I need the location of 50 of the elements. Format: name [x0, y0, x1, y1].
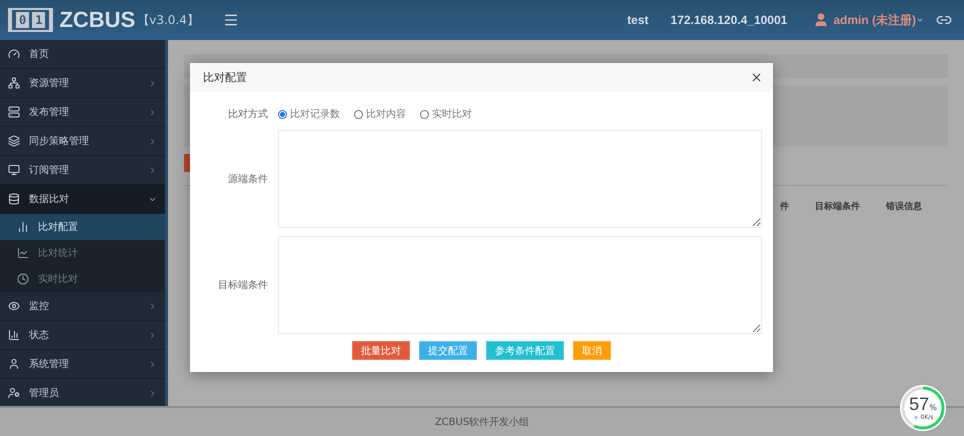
source-condition-field[interactable] [278, 130, 762, 228]
chevron-icon [148, 388, 157, 398]
field-label: 比对方式 [228, 108, 268, 121]
logo: 0 1 [8, 8, 54, 32]
chevron-icon [148, 360, 157, 368]
menu-item-icon [8, 106, 20, 118]
menu-item-icon [8, 387, 20, 399]
user-icon [813, 12, 830, 28]
footer-text: ZCBUS软件开发小组 [434, 416, 530, 429]
column-header: 错误信息 [886, 200, 922, 213]
upload-arrow-icon [912, 414, 919, 420]
menu-item-icon [17, 273, 29, 285]
menu-item-icon [8, 164, 20, 176]
sidebar-subitem[interactable]: 比对配置 [0, 214, 165, 240]
chevron-icon [148, 302, 157, 310]
menu-item-icon [8, 135, 20, 147]
menu-item-icon [8, 77, 20, 89]
chevron-icon [148, 136, 157, 146]
version-label: 【v3.0.4】 [137, 12, 199, 28]
sidebar-item[interactable]: 数据比对 [0, 185, 165, 214]
percent-text: 57% [909, 395, 937, 414]
dialog-title: 比对配置 [203, 70, 247, 85]
menu-item-icon [8, 329, 20, 341]
dialog-button[interactable]: 批量比对 [352, 341, 410, 360]
caret-icon[interactable] [916, 16, 924, 24]
chevron-icon [148, 108, 157, 116]
chevron-icon [148, 330, 157, 340]
close-icon[interactable] [750, 71, 763, 84]
radio-option[interactable]: 比对记录数 [278, 107, 340, 121]
brand-name: ZCBUS [59, 7, 136, 33]
column-header: 目标端条件 [815, 200, 860, 213]
target-condition-field[interactable] [278, 236, 762, 334]
menu-item-icon [17, 247, 29, 259]
menu-item-icon [8, 300, 20, 312]
chevron-icon [148, 166, 157, 174]
environment-label: test [627, 13, 649, 27]
column-header: 件 [780, 200, 789, 213]
radio-option[interactable]: 比对内容 [354, 107, 406, 121]
menu-icon[interactable] [222, 12, 239, 28]
radio-option[interactable]: 实时比对 [420, 107, 472, 121]
menu-item-icon [8, 358, 20, 370]
sidebar-subitem[interactable]: 实时比对 [0, 266, 165, 292]
menu-item-icon [8, 48, 20, 60]
field-label: 目标端条件 [218, 278, 268, 292]
server-label: 172.168.120.4_10001 [670, 13, 788, 27]
sidebar-subitem[interactable]: 比对统计 [0, 240, 165, 266]
chevron-icon [148, 78, 157, 88]
menu-item-icon [17, 221, 29, 233]
menu-item-icon [8, 193, 20, 205]
field-label: 源端条件 [228, 172, 268, 186]
